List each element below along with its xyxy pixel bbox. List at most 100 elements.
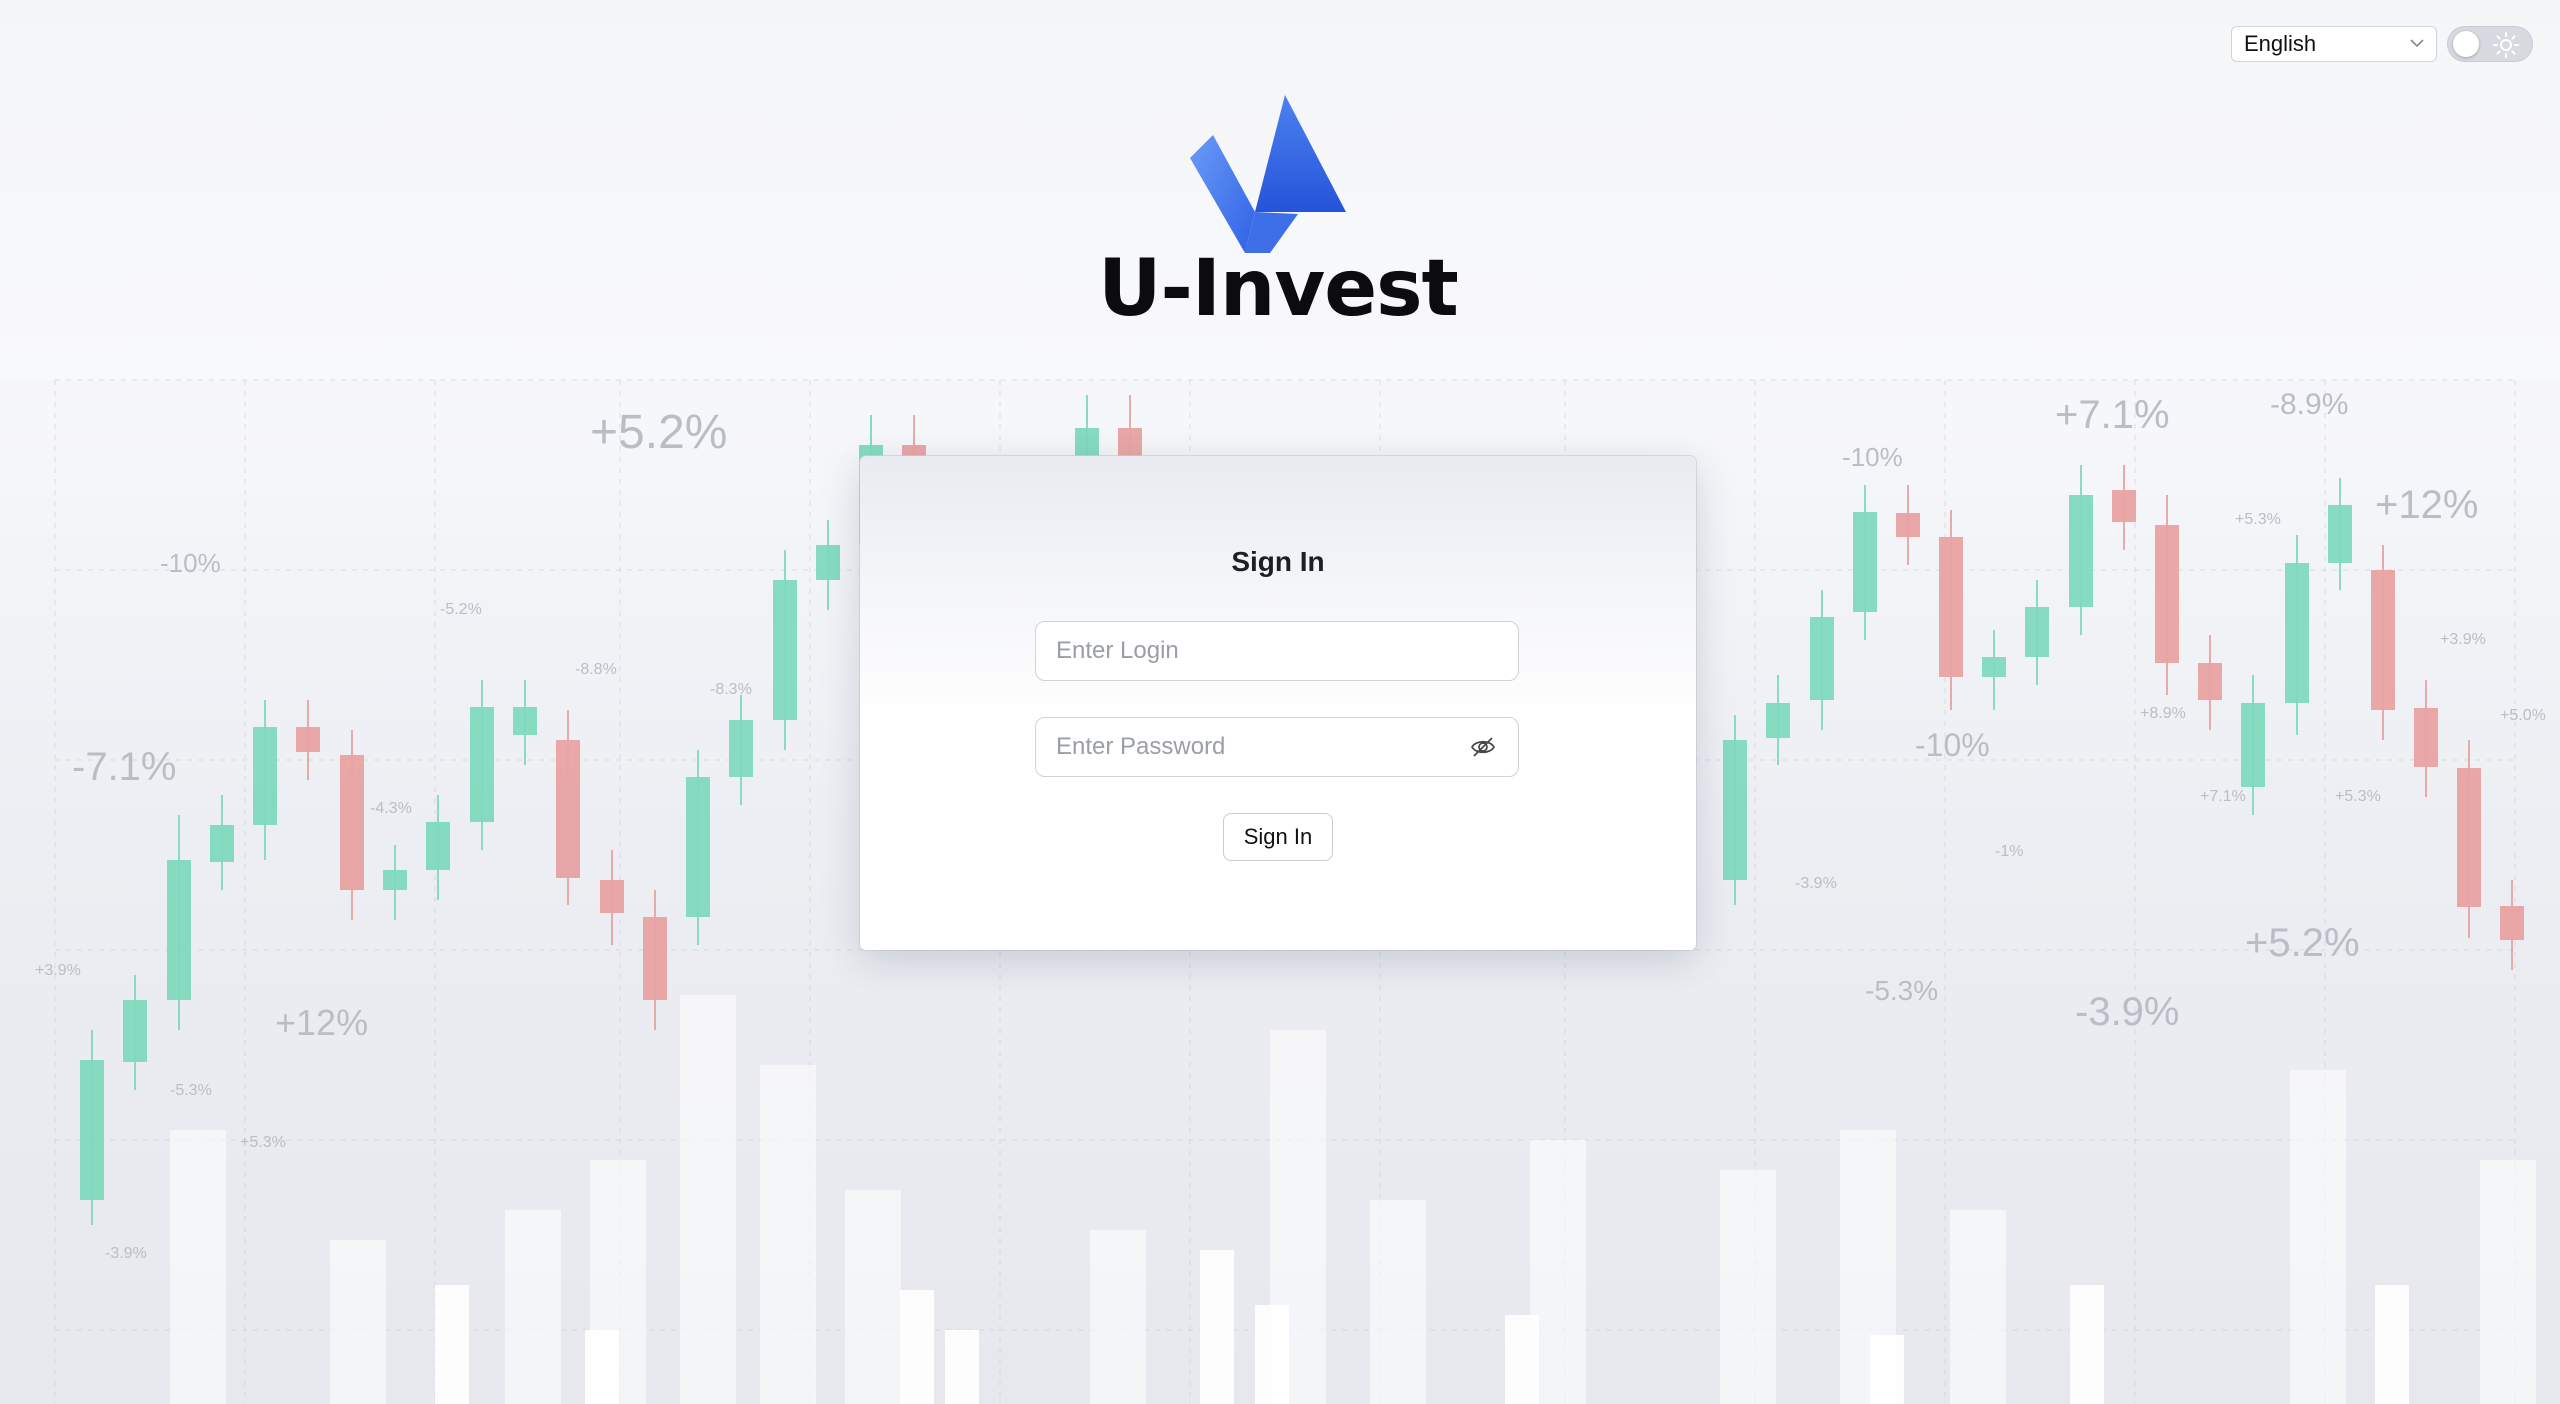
- candle-body: [470, 707, 494, 822]
- volume-bar: [1950, 1210, 2006, 1404]
- candle-body: [600, 880, 624, 913]
- candle-body: [253, 727, 277, 825]
- percentage-label: +8.9%: [2140, 705, 2186, 722]
- volume-bar: [900, 1290, 934, 1404]
- volume-bar: [2290, 1070, 2346, 1404]
- volume-bar: [1200, 1250, 1234, 1404]
- percentage-label: +7.1%: [2055, 393, 2170, 437]
- candle-body: [2198, 663, 2222, 700]
- candle-body: [210, 825, 234, 862]
- candle-body: [123, 1000, 147, 1062]
- volume-bar: [435, 1285, 469, 1404]
- percentage-label: -3.9%: [1795, 875, 1837, 892]
- sign-in-button[interactable]: Sign In: [1223, 813, 1333, 861]
- volume-bar: [1255, 1305, 1289, 1404]
- percentage-label: -3.9%: [105, 1245, 147, 1262]
- candle-body: [513, 707, 537, 735]
- candle-body: [1896, 513, 1920, 537]
- candle-body: [2155, 525, 2179, 663]
- candle-body: [643, 917, 667, 1000]
- volume-bar: [1090, 1230, 1146, 1404]
- volume-bar: [945, 1330, 979, 1404]
- sign-in-title: Sign In: [1231, 546, 1325, 577]
- percentage-label: +5.2%: [590, 406, 727, 459]
- volume-bar: [1720, 1170, 1776, 1404]
- candle-body: [167, 860, 191, 1000]
- candle-body: [2457, 768, 2481, 907]
- percentage-label: -10%: [1915, 727, 1990, 763]
- percentage-label: +3.9%: [2440, 631, 2486, 648]
- candle-body: [1766, 703, 1790, 738]
- language-select[interactable]: English: [2231, 26, 2437, 62]
- candle-body: [729, 720, 753, 777]
- percentage-label: +3.9%: [35, 962, 81, 979]
- candle-body: [2414, 708, 2438, 767]
- percentage-label: +5.0%: [2500, 707, 2546, 724]
- volume-bar: [585, 1330, 619, 1404]
- candle-body: [2112, 490, 2136, 522]
- percentage-label: -8.3%: [710, 681, 752, 698]
- volume-bar: [1370, 1200, 1426, 1404]
- candle-body: [2241, 703, 2265, 787]
- login-input[interactable]: [1035, 621, 1519, 681]
- candle-body: [2371, 570, 2395, 710]
- toggle-knob: [2453, 31, 2479, 57]
- candle-body: [1810, 617, 1834, 700]
- percentage-label: -8.9%: [2270, 388, 2348, 421]
- candle-body: [2500, 906, 2524, 940]
- candle-body: [1723, 740, 1747, 880]
- percentage-label: -10%: [1842, 442, 1903, 472]
- percentage-label: -3.9%: [2075, 990, 2180, 1034]
- candle-body: [1982, 657, 2006, 677]
- percentage-label: +5.3%: [240, 1134, 286, 1151]
- percentage-label: -10%: [160, 548, 221, 578]
- candle-body: [2069, 495, 2093, 607]
- volume-bar: [845, 1190, 901, 1404]
- candle-body: [80, 1060, 104, 1200]
- u-invest-logo-icon: [1190, 95, 1346, 253]
- percentage-label: -7.1%: [72, 745, 177, 789]
- brand-name: U-Invest: [1098, 244, 1459, 334]
- theme-toggle[interactable]: [2447, 26, 2533, 62]
- volume-bar: [1505, 1315, 1539, 1404]
- volume-bar: [760, 1065, 816, 1404]
- percentage-label: -1%: [1995, 843, 2023, 860]
- volume-bar: [170, 1130, 226, 1404]
- percentage-label: +5.3%: [2235, 511, 2281, 528]
- percentage-label: -8.8%: [575, 661, 617, 678]
- language-select-value: English: [2244, 31, 2317, 56]
- candle-body: [383, 870, 407, 890]
- candle-body: [556, 740, 580, 878]
- candle-body: [296, 727, 320, 752]
- sun-icon: [2493, 32, 2519, 58]
- candle-body: [426, 822, 450, 870]
- candle-body: [686, 777, 710, 917]
- percentage-label: -5.2%: [440, 601, 482, 618]
- percentage-label: +5.2%: [2245, 921, 2360, 965]
- candle-body: [816, 545, 840, 580]
- percentage-label: +12%: [2375, 483, 2478, 527]
- sign-in-card: Sign In Sign In: [860, 456, 1696, 950]
- chevron-down-icon: [2410, 39, 2424, 48]
- volume-bar: [2480, 1160, 2536, 1404]
- volume-bar: [680, 995, 736, 1404]
- candle-body: [1939, 537, 1963, 677]
- password-input[interactable]: [1035, 717, 1519, 777]
- percentage-label: -5.3%: [1865, 975, 1938, 1006]
- volume-bar: [2070, 1285, 2104, 1404]
- candle-body: [2285, 563, 2309, 703]
- volume-bar: [2375, 1285, 2409, 1404]
- percentage-label: +12%: [275, 1002, 368, 1043]
- percentage-label: +5.3%: [2335, 788, 2381, 805]
- candle-body: [340, 755, 364, 890]
- volume-bar: [1870, 1335, 1904, 1404]
- eye-slash-icon[interactable]: [1470, 734, 1496, 760]
- percentage-label: -4.3%: [370, 800, 412, 817]
- candle-body: [2328, 505, 2352, 563]
- volume-bar: [330, 1240, 386, 1404]
- volume-bar: [505, 1210, 561, 1404]
- percentage-label: -5.3%: [170, 1082, 212, 1099]
- percentage-label: +7.1%: [2200, 788, 2246, 805]
- candle-body: [2025, 607, 2049, 657]
- candle-body: [1853, 512, 1877, 612]
